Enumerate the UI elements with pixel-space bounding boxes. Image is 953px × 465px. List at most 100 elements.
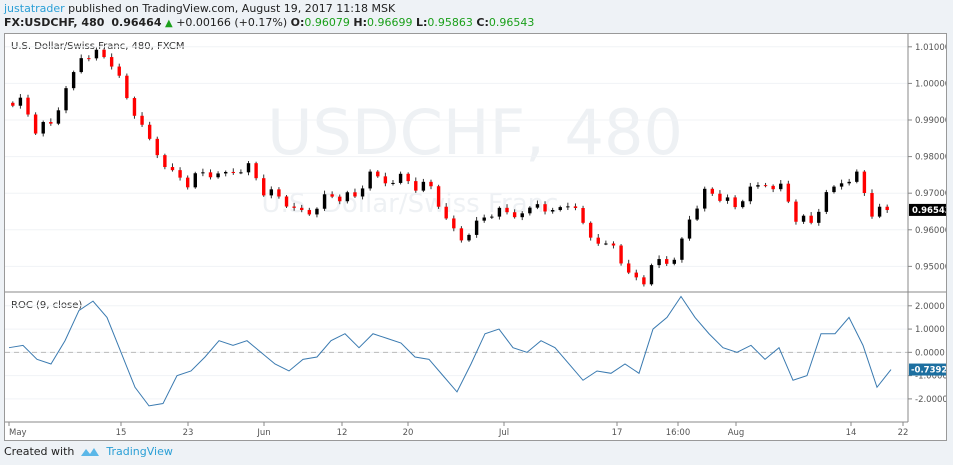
time-tick-label: 23 <box>183 428 194 438</box>
candle-body <box>550 210 555 212</box>
candle-body <box>421 181 426 191</box>
time-tick-label: 17 <box>612 428 623 438</box>
candle-body <box>170 167 175 171</box>
candle-body <box>117 66 121 76</box>
candle-body <box>794 201 798 222</box>
roc-tick-label: 0.0000 <box>915 348 945 358</box>
candle-body <box>33 114 38 134</box>
low-value: 0.95863 <box>427 16 473 29</box>
candle-body <box>862 171 867 194</box>
candle-body <box>877 206 882 217</box>
candle-body <box>748 186 753 202</box>
price-tick-label: 0.98000 <box>915 153 946 163</box>
candle-body <box>505 207 509 213</box>
low-label: L: <box>416 16 428 29</box>
time-tick-label: 20 <box>403 428 414 438</box>
candle-body <box>360 188 365 197</box>
candle-body <box>353 192 357 197</box>
candle-body <box>140 115 144 125</box>
candle-body <box>383 176 388 184</box>
candle-body <box>94 49 99 59</box>
created-with: Created with <box>4 445 75 458</box>
publish-text: published on TradingView.com, August 19,… <box>68 2 396 15</box>
price-tick-label: 1.00000 <box>915 79 946 89</box>
candle-body <box>695 208 699 220</box>
candle-body <box>239 172 243 174</box>
tradingview-link[interactable]: TradingView <box>106 445 172 458</box>
candle-body <box>429 181 433 187</box>
candle-body <box>406 173 410 182</box>
candle-body <box>817 211 821 223</box>
candle-body <box>216 173 220 178</box>
candle-body <box>771 185 775 190</box>
price-tick-label: 1.01000 <box>915 43 946 53</box>
candle-body <box>41 122 45 134</box>
price-tick-label: 0.96000 <box>915 226 946 236</box>
candle-body <box>414 181 418 191</box>
candle-body <box>824 192 829 212</box>
candle-body <box>376 171 380 177</box>
candle-body <box>459 228 464 241</box>
candle-body <box>284 196 289 207</box>
candle-body <box>178 170 182 178</box>
candle-body <box>11 102 15 106</box>
candle-body <box>779 183 783 190</box>
candle-body <box>710 188 715 194</box>
candle-body <box>467 234 471 241</box>
candle-body <box>18 97 23 106</box>
candle-body <box>56 110 61 124</box>
candle-body <box>315 208 319 215</box>
candle-body <box>581 208 585 223</box>
chart-canvas[interactable]: USDCHF, 480 U.S. Dollar/Swiss Franc U.S.… <box>5 34 946 440</box>
candle-body <box>611 243 616 246</box>
price-tick-label: 0.95000 <box>915 262 946 272</box>
time-tick-label: Jun <box>256 428 270 438</box>
candle-body <box>512 212 517 218</box>
candle-body <box>163 155 167 168</box>
roc-tick-label: 1.0000 <box>915 325 945 335</box>
tradingview-logo-icon <box>81 447 100 456</box>
candle-body <box>756 185 760 187</box>
up-arrow-icon: ▲ <box>164 18 173 29</box>
candle-body <box>246 163 251 173</box>
candle-body <box>718 193 722 201</box>
candle-body <box>474 220 479 235</box>
candle-body <box>649 265 654 285</box>
candle-body <box>870 193 874 217</box>
candle-body <box>832 186 836 193</box>
candle-body <box>102 49 106 58</box>
candle-body <box>497 207 502 217</box>
candle-body <box>254 163 258 179</box>
candle-body <box>345 192 350 202</box>
close-label: C: <box>476 16 489 29</box>
time-tick-label: 12 <box>337 428 348 438</box>
roc-tick-label: 2.0000 <box>915 302 945 312</box>
footer: Created with TradingView <box>4 445 173 458</box>
chart-frame[interactable]: USDCHF, 480 U.S. Dollar/Swiss Franc U.S.… <box>4 33 947 441</box>
high-value: 0.96699 <box>367 16 413 29</box>
time-tick-label: Aug <box>728 428 745 438</box>
candle-body <box>672 259 677 264</box>
candle-body <box>444 206 448 219</box>
candle-body <box>155 138 159 156</box>
candle-body <box>132 98 137 116</box>
candle-body <box>725 197 730 201</box>
candle-body <box>604 243 608 245</box>
candle-body <box>87 58 91 60</box>
candle-body <box>664 259 669 264</box>
candle-body <box>687 219 692 239</box>
candle-body <box>490 216 494 218</box>
candle-body <box>847 181 851 184</box>
candle-body <box>26 97 30 115</box>
price-tick-label: 0.97000 <box>915 189 946 199</box>
candle-body <box>436 186 441 207</box>
candle-body <box>801 215 806 222</box>
candle-body <box>642 277 646 285</box>
candle-body <box>79 58 83 73</box>
price-tick-label: 0.99000 <box>915 116 946 126</box>
candle-body <box>269 189 274 196</box>
candle-body <box>855 171 859 182</box>
open-label: O: <box>290 16 305 29</box>
author-link[interactable]: justatrader <box>4 2 65 15</box>
last-price-label: 0.96543 <box>912 206 946 216</box>
